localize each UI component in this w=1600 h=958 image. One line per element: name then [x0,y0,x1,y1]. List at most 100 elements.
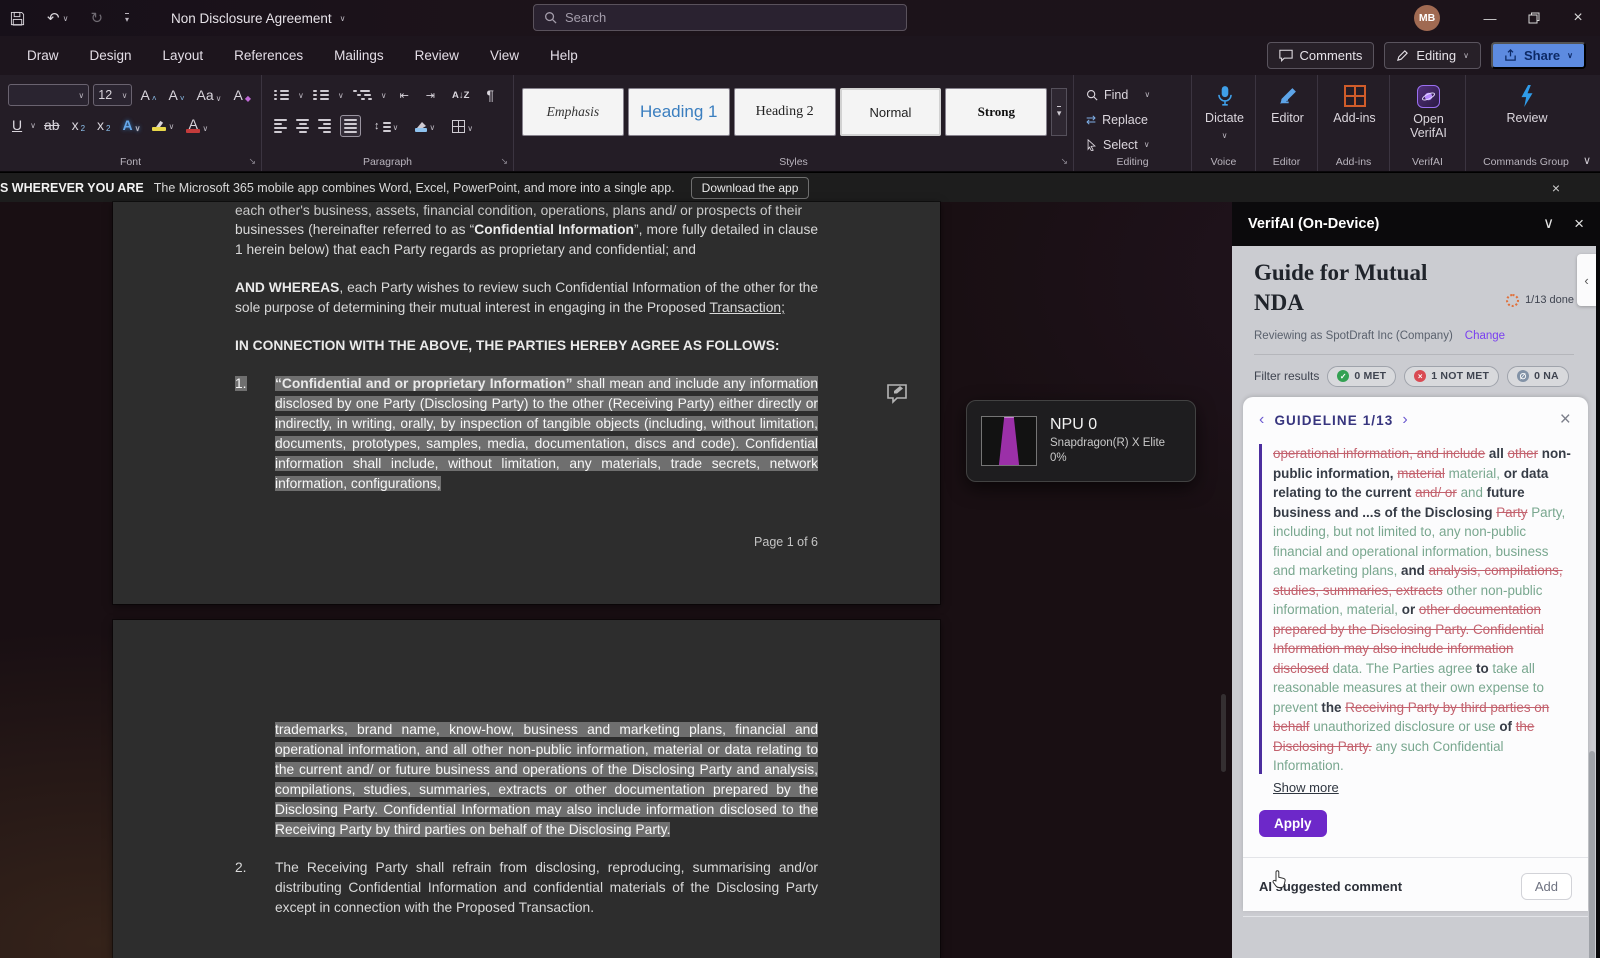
font-size-select[interactable]: 12 ∨ [93,84,132,106]
tab-draw[interactable]: Draw [27,48,59,63]
select-button[interactable]: Select ∨ [1086,132,1185,157]
tab-references[interactable]: References [234,48,303,63]
panel-expand-tab[interactable]: ‹ [1577,254,1596,306]
line-spacing-icon[interactable]: ↕∨ [370,119,402,133]
style-normal[interactable]: Normal [840,88,942,136]
editing-mode-button[interactable]: Editing ∨ [1384,42,1481,69]
grow-font-button[interactable]: A˄ [136,86,160,104]
document-page-2[interactable]: trademarks, brand name, know-how, busine… [113,620,940,958]
selected-text[interactable]: trademarks, brand name, know-how, busine… [275,722,818,837]
filter-na-pill[interactable]: ∅ 0 NA [1507,366,1569,387]
sort-icon[interactable]: A↓Z [448,89,473,102]
align-right-icon[interactable] [318,119,331,133]
align-center-icon[interactable] [296,119,309,133]
change-link[interactable]: Change [1465,330,1505,342]
banner-close-icon[interactable]: × [1552,180,1560,196]
dictate-button[interactable]: Dictate ∨ [1200,82,1249,143]
document-scrollbar[interactable] [1221,694,1226,772]
filter-met-pill[interactable]: ✓ 0 MET [1327,366,1396,387]
justify-icon[interactable] [340,115,361,137]
superscript-button[interactable]: x2 [93,116,114,134]
paragraph-dialog-launcher[interactable]: ↘ [500,156,508,167]
decrease-indent-icon[interactable]: ⇤ [396,88,413,103]
more-styles-button[interactable]: ▾ [1051,88,1067,136]
download-app-button[interactable]: Download the app [691,177,810,199]
close-button[interactable]: × [1556,0,1600,36]
verifai-panel: VerifAI (On-Device) ∨ × ‹ Guide for Mutu… [1232,202,1600,958]
minimize-button[interactable]: — [1468,0,1512,36]
add-comment-button[interactable]: Add [1521,873,1572,900]
bullet-list-icon[interactable] [274,90,289,100]
selected-text[interactable]: “Confidential and or proprietary Informa… [275,376,818,491]
underline-button[interactable]: U [8,116,26,134]
panel-scrollbar[interactable] [1589,751,1595,958]
undo-button[interactable]: ↶ ∨ [47,9,68,27]
tab-design[interactable]: Design [90,48,132,63]
pilcrow-icon[interactable]: ¶ [482,86,498,104]
editor-button[interactable]: Editor [1264,82,1311,125]
multilevel-list-icon[interactable] [353,90,372,100]
shading-icon[interactable]: ∨ [411,120,439,133]
borders-icon[interactable]: ∨ [448,119,477,134]
numbered-list-icon[interactable] [313,90,329,100]
panel-close-icon[interactable]: × [1574,214,1584,234]
tab-view[interactable]: View [490,48,519,63]
tab-layout[interactable]: Layout [163,48,204,63]
undo-dropdown-icon[interactable]: ∨ [63,14,69,23]
addins-button[interactable]: Add-ins [1326,82,1383,125]
style-emphasis[interactable]: Emphasis [522,88,624,136]
align-left-icon[interactable] [274,119,287,133]
save-icon[interactable] [10,11,25,26]
styles-dialog-launcher[interactable]: ↘ [1060,156,1068,167]
font-dialog-launcher[interactable]: ↘ [248,156,256,167]
style-strong[interactable]: Strong [945,88,1047,136]
change-case-button[interactable]: Aa∨ [193,86,226,104]
comment-indicator-icon[interactable] [886,383,912,405]
style-heading2[interactable]: Heading 2 [734,88,836,136]
spinner-icon [1506,294,1519,307]
text-effects-button[interactable]: A∨ [118,116,144,134]
open-verifai-button[interactable]: Open VerifAI [1398,82,1459,140]
doc-list-item-1: 1. “Confidential and or proprietary Info… [235,374,818,494]
verifai-icon [1417,85,1440,108]
tab-help[interactable]: Help [550,48,578,63]
apply-button[interactable]: Apply [1259,810,1327,837]
underline-dropdown-icon[interactable]: ∨ [30,121,36,130]
prev-guideline-icon[interactable]: ‹ [1259,411,1265,429]
guideline-card: ‹ GUIDELINE 1/13 › × operational informa… [1243,397,1588,911]
filter-results-label: Filter results [1254,369,1319,383]
comments-button[interactable]: Comments [1267,42,1375,69]
subscript-button[interactable]: x2 [68,116,89,134]
customize-toolbar-button[interactable]: ▾ [125,13,129,24]
doc-continuation: trademarks, brand name, know-how, busine… [235,720,818,840]
collapse-ribbon-icon[interactable]: ∨ [1583,154,1591,167]
guideline-close-icon[interactable]: × [1560,409,1572,431]
next-guideline-icon[interactable]: › [1402,411,1408,429]
shrink-font-button[interactable]: A˅ [165,86,189,104]
font-name-select[interactable]: ∨ [8,84,89,106]
review-command-button[interactable]: Review [1474,82,1580,125]
document-page-1[interactable]: each other's business, assets, financial… [113,202,940,604]
guideline-counter: GUIDELINE 1/13 [1274,413,1393,428]
tab-mailings[interactable]: Mailings [334,48,384,63]
document-title[interactable]: Non Disclosure Agreement ∨ [171,11,345,26]
replace-button[interactable]: ⇄ Replace [1086,107,1185,132]
redo-button[interactable]: ↻ [90,9,103,27]
search-input[interactable] [565,10,896,25]
highlight-color-button[interactable]: ∨ [148,119,178,132]
share-button[interactable]: Share ∨ [1491,42,1586,69]
diamond-icon: ◆ [245,94,251,103]
style-heading1[interactable]: Heading 1 [628,88,730,136]
avatar[interactable]: MB [1414,5,1440,31]
find-button[interactable]: Find ∨ [1086,82,1185,107]
increase-indent-icon[interactable]: ⇥ [422,88,439,103]
font-color-button[interactable]: A ∨ [182,117,212,134]
clear-formatting-button[interactable]: A◆ [230,86,256,104]
tab-review[interactable]: Review [415,48,459,63]
filter-not-met-pill[interactable]: × 1 NOT MET [1404,366,1499,387]
show-more-link[interactable]: Show more [1273,780,1339,795]
restore-button[interactable] [1512,0,1556,36]
strikethrough-button[interactable]: ab [40,116,64,134]
search-bar[interactable] [533,4,907,31]
panel-collapse-icon[interactable]: ∨ [1543,214,1554,234]
